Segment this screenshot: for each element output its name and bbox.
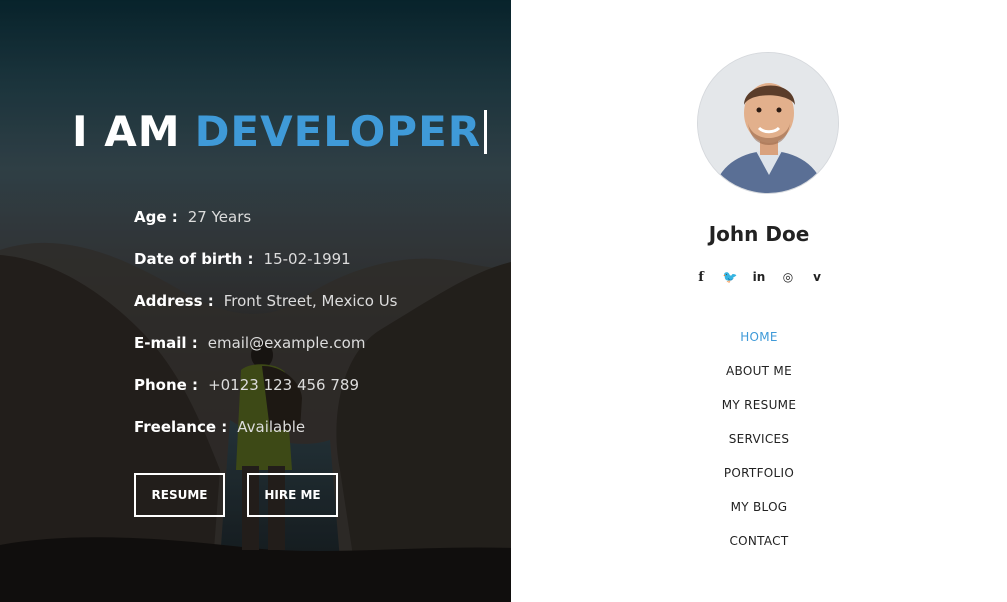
info-row-phone: Phone : +0123 123 456 789 bbox=[134, 364, 398, 406]
main-navigation: HOME ABOUT ME MY RESUME SERVICES PORTFOL… bbox=[511, 320, 1007, 558]
info-label: Freelance : bbox=[134, 418, 228, 436]
twitter-icon[interactable]: 🐦 bbox=[716, 268, 745, 286]
info-label: Address : bbox=[134, 292, 214, 310]
info-row-address: Address : Front Street, Mexico Us bbox=[134, 280, 398, 322]
info-value: 15-02-1991 bbox=[263, 250, 351, 268]
hire-me-button[interactable]: HIRE ME bbox=[247, 473, 338, 517]
nav-my-blog[interactable]: MY BLOG bbox=[511, 490, 1007, 524]
headline-prefix: I AM bbox=[72, 107, 181, 156]
info-value: Front Street, Mexico Us bbox=[223, 292, 398, 310]
facebook-icon[interactable]: f bbox=[687, 268, 716, 286]
profile-name: John Doe bbox=[708, 222, 810, 246]
nav-home[interactable]: HOME bbox=[511, 320, 1007, 354]
info-row-freelance: Freelance : Available bbox=[134, 406, 398, 448]
instagram-icon[interactable]: ◎ bbox=[774, 268, 803, 286]
hero-section: I AM DEVELOPER Age : 27 Years Date of bi… bbox=[0, 0, 511, 602]
nav-contact[interactable]: CONTACT bbox=[511, 524, 1007, 558]
nav-services[interactable]: SERVICES bbox=[511, 422, 1007, 456]
resume-button[interactable]: RESUME bbox=[134, 473, 225, 517]
info-value: +0123 123 456 789 bbox=[208, 376, 359, 394]
vimeo-icon[interactable]: v bbox=[803, 268, 832, 286]
nav-my-resume[interactable]: MY RESUME bbox=[511, 388, 1007, 422]
headline-role: DEVELOPER bbox=[194, 107, 482, 156]
typing-cursor bbox=[484, 110, 488, 154]
info-row-dob: Date of birth : 15-02-1991 bbox=[134, 238, 398, 280]
info-value: 27 Years bbox=[187, 208, 252, 226]
nav-about-me[interactable]: ABOUT ME bbox=[511, 354, 1007, 388]
info-label: E-mail : bbox=[134, 334, 198, 352]
avatar-photo bbox=[698, 53, 838, 193]
linkedin-icon[interactable]: in bbox=[745, 268, 774, 286]
personal-info-list: Age : 27 Years Date of birth : 15-02-199… bbox=[134, 196, 398, 448]
social-links: f 🐦 in ◎ v bbox=[511, 268, 1007, 286]
hero-headline: I AM DEVELOPER bbox=[72, 104, 488, 160]
avatar bbox=[697, 52, 839, 194]
profile-sidebar: John Doe f 🐦 in ◎ v HOME ABOUT ME MY RES… bbox=[511, 0, 1007, 602]
info-label: Age : bbox=[134, 208, 178, 226]
nav-portfolio[interactable]: PORTFOLIO bbox=[511, 456, 1007, 490]
info-value: Available bbox=[237, 418, 306, 436]
info-label: Phone : bbox=[134, 376, 199, 394]
info-row-email: E-mail : email@example.com bbox=[134, 322, 398, 364]
info-value: email@example.com bbox=[207, 334, 366, 352]
info-row-age: Age : 27 Years bbox=[134, 196, 398, 238]
info-label: Date of birth : bbox=[134, 250, 254, 268]
